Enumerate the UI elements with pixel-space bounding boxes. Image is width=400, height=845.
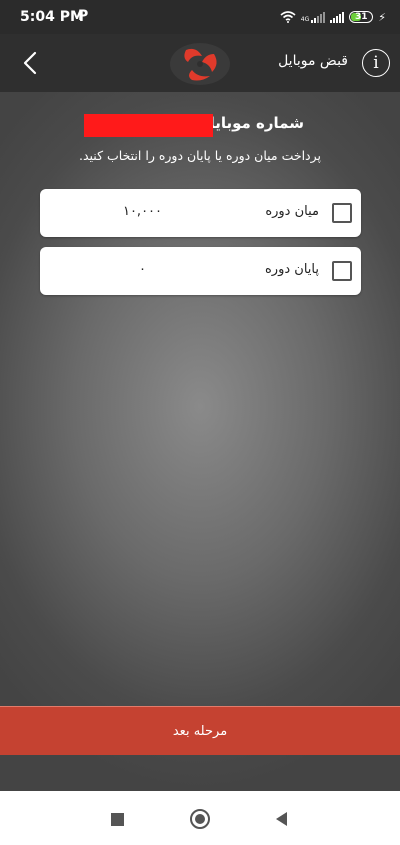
home-circle-icon[interactable] (190, 809, 210, 829)
system-nav-bar (0, 791, 400, 845)
network-type-label: 4G (300, 16, 310, 23)
option-label: میان دوره (265, 204, 319, 219)
main-content: شماره موبایل: پرداخت میان دوره یا پایان … (0, 92, 400, 791)
signal-icon (330, 11, 345, 23)
battery-icon: 31 (349, 11, 374, 23)
wifi-icon (280, 11, 296, 23)
redacted-mobile-number (84, 114, 213, 137)
mid-period-checkbox[interactable] (332, 203, 352, 223)
chevron-left-icon (23, 51, 37, 75)
battery-level: 31 (355, 12, 368, 22)
instruction-text: پرداخت میان دوره یا پایان دوره را انتخاب… (79, 148, 321, 163)
next-step-button[interactable]: مرحله بعد (0, 706, 400, 755)
brand-logo-icon (170, 43, 230, 85)
back-button[interactable] (16, 49, 44, 77)
charging-bolt-icon: ⚡ (378, 10, 386, 24)
option-label: پایان دوره (265, 262, 319, 277)
status-bar: 5:04 PM P 4G 31 ⚡ (0, 0, 400, 34)
option-mid-period[interactable]: میان دوره ۱۰,۰۰۰ (40, 189, 361, 237)
status-icons: 4G 31 ⚡ (280, 8, 386, 26)
recents-square-icon[interactable] (111, 813, 124, 826)
signal-icon: 4G (300, 11, 326, 23)
end-period-checkbox[interactable] (332, 261, 352, 281)
app-header: قبض موبایل i (0, 34, 400, 92)
page-title: قبض موبایل (278, 53, 348, 69)
status-time: 5:04 PM (20, 9, 84, 25)
info-button[interactable]: i (362, 49, 390, 77)
back-triangle-icon[interactable] (276, 812, 287, 826)
info-icon: i (373, 53, 379, 73)
option-amount: ۰ (139, 262, 146, 277)
option-end-period[interactable]: پایان دوره ۰ (40, 247, 361, 295)
option-amount: ۱۰,۰۰۰ (122, 204, 163, 219)
notification-icon: P (78, 8, 89, 24)
